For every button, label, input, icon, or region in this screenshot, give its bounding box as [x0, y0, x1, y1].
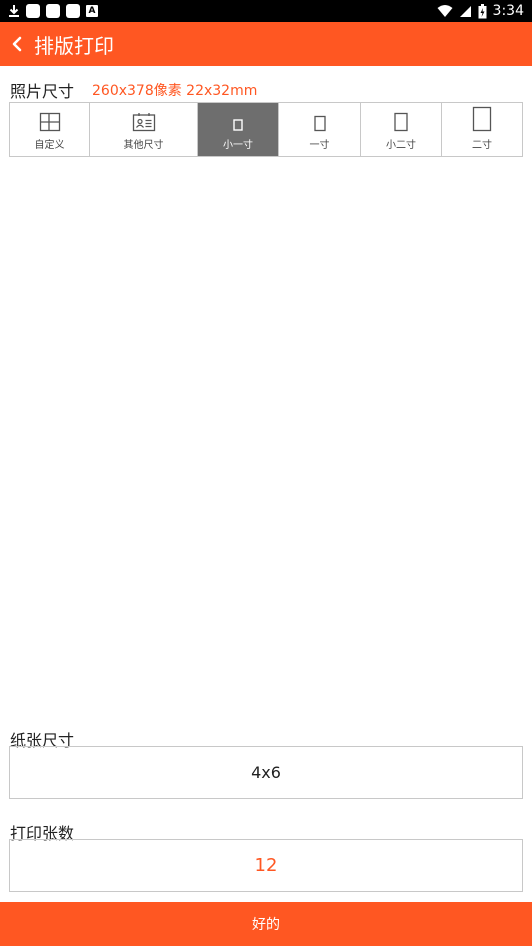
tab-label: 小一寸: [223, 140, 253, 151]
app-notification-icon: [66, 4, 80, 18]
tab-label: 一寸: [309, 140, 330, 151]
status-bar: A 3:34: [0, 0, 532, 22]
tab-label: 二寸: [472, 140, 492, 151]
tab-other-sizes[interactable]: 其他尺寸: [90, 103, 198, 156]
paper-size-selector[interactable]: 4x6: [9, 746, 523, 799]
photo-size-tabs: 自定义 其他尺寸 小一寸 一寸 小二寸 二寸: [9, 102, 523, 157]
back-button[interactable]: [0, 22, 34, 66]
ok-button[interactable]: 好的: [0, 902, 532, 946]
status-notifications: A: [8, 3, 98, 19]
tab-two-inch[interactable]: 二寸: [442, 103, 522, 156]
download-icon: [9, 5, 19, 17]
status-system: 3:34: [437, 2, 524, 20]
rect-large-icon: [472, 106, 492, 132]
rect-icon: [313, 115, 326, 132]
custom-layout-icon: [39, 112, 60, 132]
tab-label: 小二寸: [386, 140, 416, 151]
tab-custom[interactable]: 自定义: [10, 103, 90, 156]
small-rect-icon: [233, 119, 243, 131]
rect-medium-icon: [394, 112, 408, 132]
tab-label: 自定义: [34, 140, 65, 151]
print-count-field[interactable]: 12: [9, 839, 523, 892]
paper-size-value: 4x6: [251, 763, 281, 782]
layout-preview: [9, 160, 523, 720]
app-notification-icon: [26, 4, 40, 18]
chevron-left-icon: [12, 36, 22, 52]
signal-icon: [459, 6, 471, 17]
tab-small-one-inch[interactable]: 小一寸: [198, 103, 279, 156]
a-notification-icon: A: [86, 5, 98, 17]
photo-size-label: 照片尺寸: [10, 82, 75, 101]
id-card-icon: [132, 113, 155, 132]
tab-one-inch[interactable]: 一寸: [279, 103, 361, 156]
page-title: 排版打印: [34, 33, 114, 58]
print-count-value: 12: [254, 855, 278, 876]
wifi-icon: [437, 5, 453, 17]
app-bar: 排版打印: [0, 22, 532, 66]
clock: 3:34: [492, 3, 524, 19]
battery-icon: [478, 3, 487, 18]
photo-size-info: 260x378像素 22x32mm: [92, 83, 258, 99]
tab-small-two-inch[interactable]: 小二寸: [361, 103, 442, 156]
app-notification-icon: [46, 4, 60, 18]
tab-label: 其他尺寸: [123, 140, 164, 151]
